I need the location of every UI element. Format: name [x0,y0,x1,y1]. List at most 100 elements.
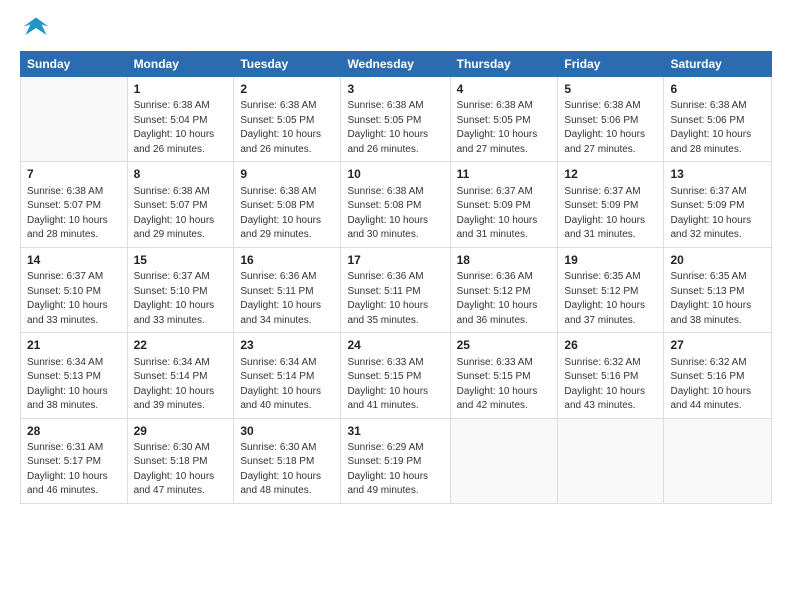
day-info: Sunrise: 6:31 AMSunset: 5:17 PMDaylight:… [27,441,121,499]
day-info: Sunrise: 6:38 AMSunset: 5:06 PMDaylight:… [564,99,657,157]
day-info: Sunrise: 6:36 AMSunset: 5:11 PMDaylight:… [240,270,334,328]
day-number: 27 [670,337,765,354]
day-info: Sunrise: 6:35 AMSunset: 5:13 PMDaylight:… [670,270,765,328]
day-info: Sunrise: 6:38 AMSunset: 5:05 PMDaylight:… [457,99,552,157]
calendar-page: SundayMondayTuesdayWednesdayThursdayFrid… [0,0,792,612]
day-info: Sunrise: 6:29 AMSunset: 5:19 PMDaylight:… [347,441,443,499]
calendar-week-row: 28Sunrise: 6:31 AMSunset: 5:17 PMDayligh… [21,418,772,503]
day-info: Sunrise: 6:34 AMSunset: 5:13 PMDaylight:… [27,356,121,414]
day-number: 22 [134,337,228,354]
calendar-cell: 10Sunrise: 6:38 AMSunset: 5:08 PMDayligh… [341,162,450,247]
day-number: 12 [564,166,657,183]
day-number: 9 [240,166,334,183]
logo [20,14,54,47]
day-info: Sunrise: 6:38 AMSunset: 5:07 PMDaylight:… [134,185,228,243]
day-info: Sunrise: 6:38 AMSunset: 5:04 PMDaylight:… [134,99,228,157]
calendar-table: SundayMondayTuesdayWednesdayThursdayFrid… [20,51,772,504]
calendar-week-row: 14Sunrise: 6:37 AMSunset: 5:10 PMDayligh… [21,247,772,332]
calendar-cell: 4Sunrise: 6:38 AMSunset: 5:05 PMDaylight… [450,77,558,162]
day-number: 24 [347,337,443,354]
calendar-cell: 21 Sunrise: 6:34 AMSunset: 5:13 PMDayligh… [21,333,128,418]
day-number: 17 [347,252,443,269]
calendar-week-row: 7 Sunrise: 6:38 AMSunset: 5:07 PMDaylight… [21,162,772,247]
weekday-header: Sunday [21,52,128,77]
day-info: Sunrise: 6:32 AMSunset: 5:16 PMDaylight:… [670,356,765,414]
calendar-week-row: 21 Sunrise: 6:34 AMSunset: 5:13 PMDayligh… [21,333,772,418]
day-number: 20 [670,252,765,269]
day-number: 10 [347,166,443,183]
day-info: Sunrise: 6:30 AMSunset: 5:18 PMDaylight:… [134,441,228,499]
day-info: Sunrise: 6:38 AMSunset: 5:06 PMDaylight:… [670,99,765,157]
logo-bird-icon [22,14,50,42]
day-number: 11 [457,166,552,183]
weekday-header: Monday [127,52,234,77]
day-number: 26 [564,337,657,354]
calendar-cell: 8 Sunrise: 6:38 AMSunset: 5:07 PMDaylight… [127,162,234,247]
calendar-cell: 28Sunrise: 6:31 AMSunset: 5:17 PMDayligh… [21,418,128,503]
day-info: Sunrise: 6:36 AMSunset: 5:12 PMDaylight:… [457,270,552,328]
day-number: 1 [134,81,228,98]
day-number: 6 [670,81,765,98]
calendar-cell: 26 Sunrise: 6:32 AMSunset: 5:16 PMDayligh… [558,333,664,418]
day-number: 5 [564,81,657,98]
calendar-cell: 11 Sunrise: 6:37 AMSunset: 5:09 PMDayligh… [450,162,558,247]
day-info: Sunrise: 6:36 AMSunset: 5:11 PMDaylight:… [347,270,443,328]
day-number: 4 [457,81,552,98]
day-info: Sunrise: 6:38 AMSunset: 5:05 PMDaylight:… [240,99,334,157]
calendar-week-row: 1Sunrise: 6:38 AMSunset: 5:04 PMDaylight… [21,77,772,162]
calendar-cell: 15Sunrise: 6:37 AMSunset: 5:10 PMDayligh… [127,247,234,332]
day-number: 13 [670,166,765,183]
day-number: 7 [27,166,121,183]
day-info: Sunrise: 6:37 AMSunset: 5:09 PMDaylight:… [670,185,765,243]
day-info: Sunrise: 6:35 AMSunset: 5:12 PMDaylight:… [564,270,657,328]
weekday-header: Saturday [664,52,772,77]
day-info: Sunrise: 6:30 AMSunset: 5:18 PMDaylight:… [240,441,334,499]
day-number: 28 [27,423,121,440]
calendar-cell: 20Sunrise: 6:35 AMSunset: 5:13 PMDayligh… [664,247,772,332]
day-number: 25 [457,337,552,354]
calendar-cell [664,418,772,503]
day-info: Sunrise: 6:34 AMSunset: 5:14 PMDaylight:… [134,356,228,414]
day-number: 16 [240,252,334,269]
calendar-cell: 9Sunrise: 6:38 AMSunset: 5:08 PMDaylight… [234,162,341,247]
calendar-cell: 25 Sunrise: 6:33 AMSunset: 5:15 PMDayligh… [450,333,558,418]
calendar-cell: 23Sunrise: 6:34 AMSunset: 5:14 PMDayligh… [234,333,341,418]
calendar-cell [21,77,128,162]
day-number: 2 [240,81,334,98]
calendar-cell: 5Sunrise: 6:38 AMSunset: 5:06 PMDaylight… [558,77,664,162]
day-info: Sunrise: 6:37 AMSunset: 5:09 PMDaylight:… [457,185,552,243]
calendar-cell: 7Sunrise: 6:38 AMSunset: 5:07 PMDaylight… [21,162,128,247]
calendar-cell: 3Sunrise: 6:38 AMSunset: 5:05 PMDaylight… [341,77,450,162]
day-info: Sunrise: 6:37 AMSunset: 5:10 PMDaylight:… [134,270,228,328]
day-number: 30 [240,423,334,440]
day-info: Sunrise: 6:33 AMSunset: 5:15 PMDaylight:… [347,356,443,414]
day-number: 18 [457,252,552,269]
day-number: 8 [134,166,228,183]
weekday-header: Thursday [450,52,558,77]
calendar-cell: 12 Sunrise: 6:37 AMSunset: 5:09 PMDayligh… [558,162,664,247]
calendar-cell: 2Sunrise: 6:38 AMSunset: 5:05 PMDaylight… [234,77,341,162]
calendar-cell: 14Sunrise: 6:37 AMSunset: 5:10 PMDayligh… [21,247,128,332]
calendar-cell: 29Sunrise: 6:30 AMSunset: 5:18 PMDayligh… [127,418,234,503]
calendar-cell: 22 Sunrise: 6:34 AMSunset: 5:14 PMDayligh… [127,333,234,418]
calendar-cell: 30Sunrise: 6:30 AMSunset: 5:18 PMDayligh… [234,418,341,503]
day-info: Sunrise: 6:34 AMSunset: 5:14 PMDaylight:… [240,356,334,414]
day-number: 15 [134,252,228,269]
day-info: Sunrise: 6:32 AMSunset: 5:16 PMDaylight:… [564,356,657,414]
calendar-cell: 6Sunrise: 6:38 AMSunset: 5:06 PMDaylight… [664,77,772,162]
calendar-cell: 17Sunrise: 6:36 AMSunset: 5:11 PMDayligh… [341,247,450,332]
day-info: Sunrise: 6:33 AMSunset: 5:15 PMDaylight:… [457,356,552,414]
day-number: 14 [27,252,121,269]
day-number: 3 [347,81,443,98]
calendar-cell: 24 Sunrise: 6:33 AMSunset: 5:15 PMDayligh… [341,333,450,418]
weekday-header: Wednesday [341,52,450,77]
day-info: Sunrise: 6:38 AMSunset: 5:05 PMDaylight:… [347,99,443,157]
day-number: 21 [27,337,121,354]
day-number: 19 [564,252,657,269]
calendar-cell [450,418,558,503]
calendar-cell: 19Sunrise: 6:35 AMSunset: 5:12 PMDayligh… [558,247,664,332]
calendar-cell [558,418,664,503]
weekday-header: Tuesday [234,52,341,77]
day-info: Sunrise: 6:37 AMSunset: 5:10 PMDaylight:… [27,270,121,328]
day-info: Sunrise: 6:37 AMSunset: 5:09 PMDaylight:… [564,185,657,243]
